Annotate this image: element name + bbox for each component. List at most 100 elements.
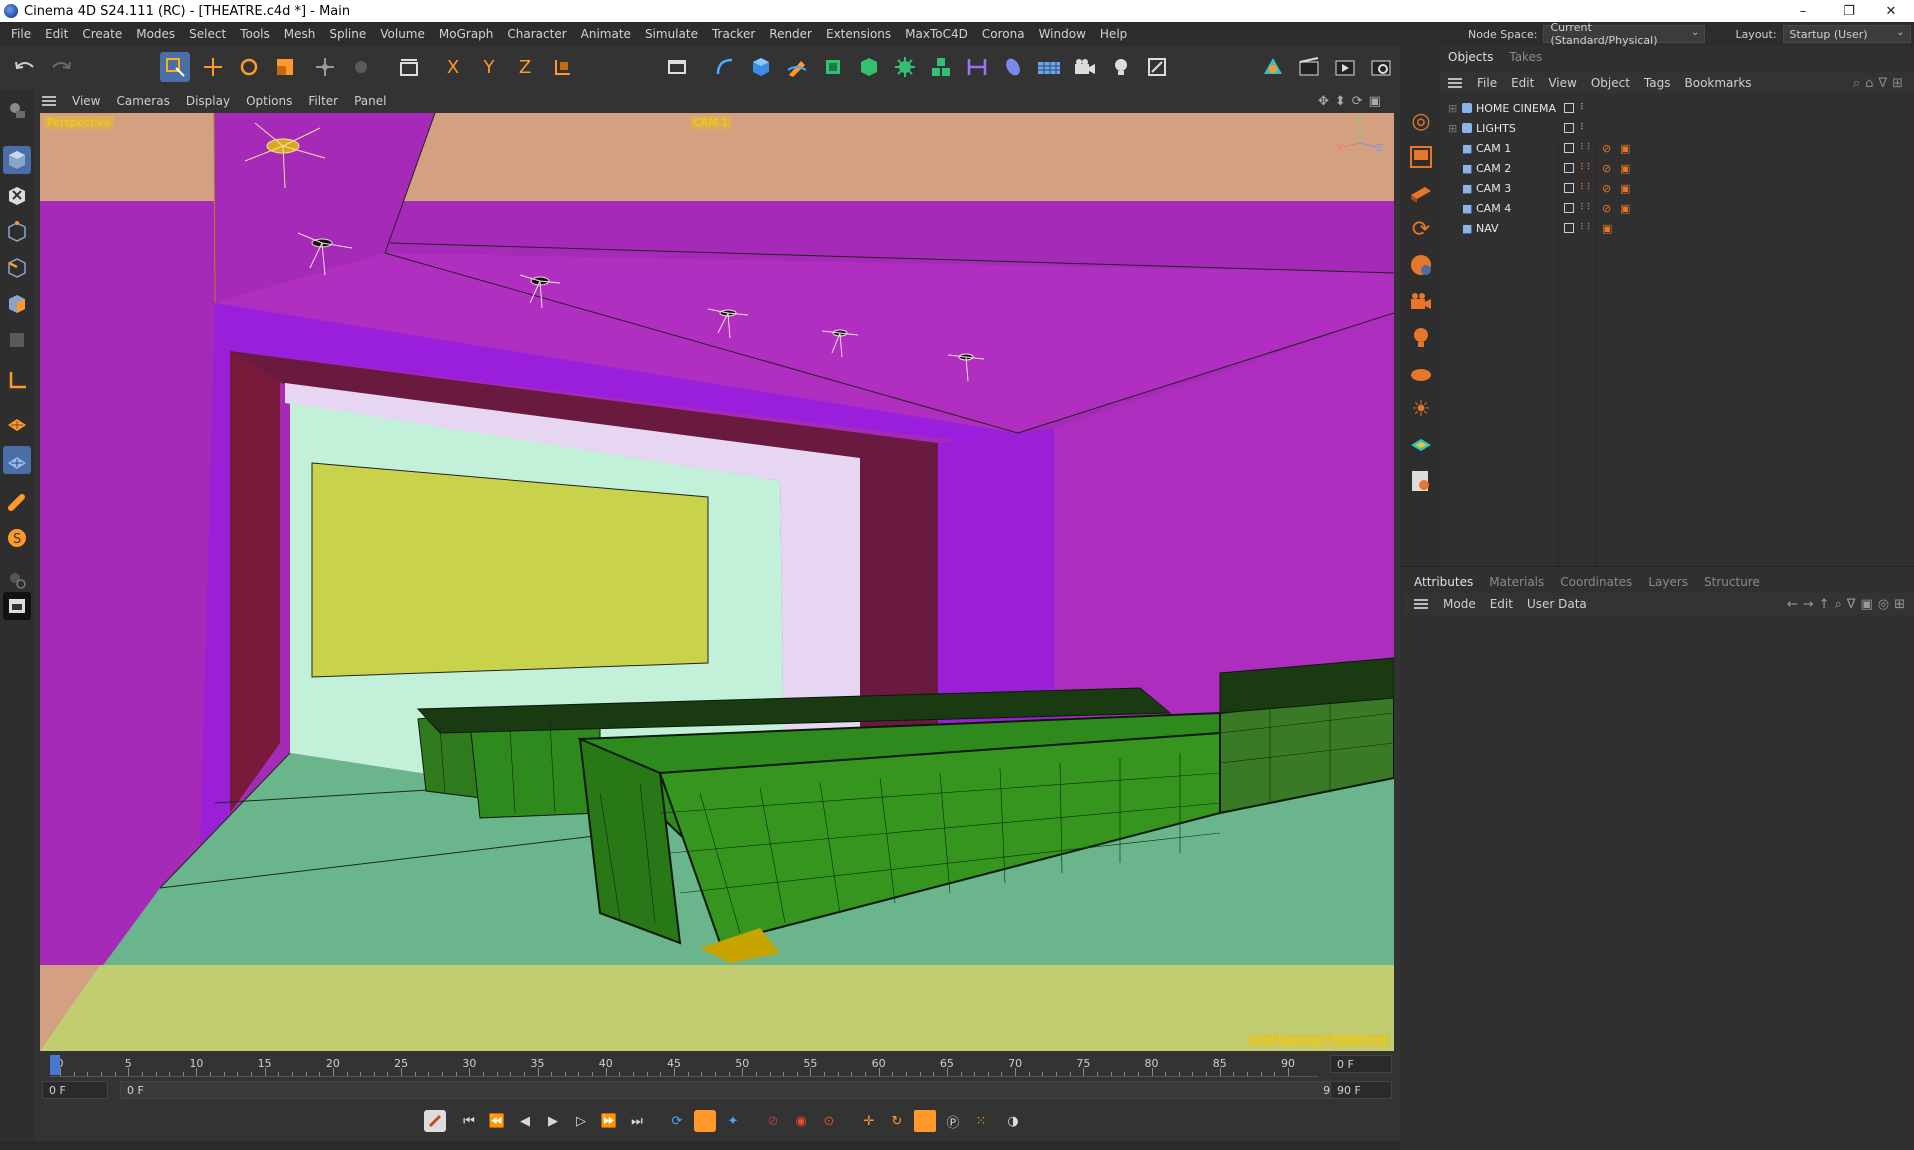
- menu-create[interactable]: Create: [75, 27, 129, 41]
- corona-vfb-icon[interactable]: [1406, 142, 1436, 172]
- key-scale-icon[interactable]: [914, 1110, 936, 1132]
- menu-corona[interactable]: Corona: [975, 27, 1032, 41]
- objects-menu-edit[interactable]: Edit: [1504, 76, 1541, 90]
- loop-icon[interactable]: ⟳: [666, 1110, 688, 1132]
- object-row-nav[interactable]: ■ NAV ⠇⠇ ▣: [1440, 218, 1914, 238]
- pen-icon[interactable]: [782, 52, 812, 82]
- corona-camera-tag-icon[interactable]: ▣: [1620, 182, 1630, 195]
- object-row-lights[interactable]: ⊞ LIGHTS ⠇: [1440, 118, 1914, 138]
- menu-file[interactable]: File: [4, 27, 38, 41]
- objects-menu-bookmarks[interactable]: Bookmarks: [1678, 76, 1759, 90]
- menu-tools[interactable]: Tools: [233, 27, 277, 41]
- menu-select[interactable]: Select: [182, 27, 233, 41]
- play-icon[interactable]: ▶: [542, 1110, 564, 1132]
- lock-workplane-icon[interactable]: [3, 566, 31, 594]
- redo-icon[interactable]: [46, 52, 76, 82]
- layer-visibility-icon[interactable]: [1564, 223, 1574, 233]
- extrude-icon[interactable]: [854, 52, 884, 82]
- points-mode-icon[interactable]: [3, 218, 31, 246]
- object-row-cam-1[interactable]: ■ CAM 1 ⠇⠇ ⊘ ▣: [1440, 138, 1914, 158]
- key-parameter-icon[interactable]: Ⓟ: [942, 1110, 964, 1132]
- objects-menu-file[interactable]: File: [1470, 76, 1504, 90]
- menu-render[interactable]: Render: [762, 27, 819, 41]
- protection-tag-icon[interactable]: ⊘: [1602, 182, 1611, 195]
- viewport-camera-name[interactable]: CAM 1: [690, 116, 732, 129]
- end-frame-field[interactable]: 90 F: [1330, 1081, 1392, 1099]
- x-axis-lock-icon[interactable]: X: [438, 52, 468, 82]
- move-icon[interactable]: [198, 52, 228, 82]
- keyframe-tool-icon[interactable]: [424, 1110, 446, 1132]
- layer-visibility-icon[interactable]: [1564, 123, 1574, 133]
- menu-modes[interactable]: Modes: [129, 27, 182, 41]
- viewport-menu-display[interactable]: Display: [178, 94, 238, 108]
- visibility-dots-icon[interactable]: ⠇⠇: [1580, 223, 1593, 233]
- model-mode-icon[interactable]: [3, 146, 31, 174]
- autokey-icon[interactable]: ◉: [790, 1110, 812, 1132]
- uv-mode-icon[interactable]: [3, 326, 31, 354]
- current-frame-field[interactable]: 0 F: [42, 1081, 108, 1099]
- tweak-mode-icon[interactable]: [3, 410, 31, 438]
- layer-visibility-icon[interactable]: [1564, 183, 1574, 193]
- corona-camera-tag-icon[interactable]: ▣: [1620, 202, 1630, 215]
- subdivision-icon[interactable]: [818, 52, 848, 82]
- render-view-icon[interactable]: [1294, 52, 1324, 82]
- previous-frame-icon[interactable]: ◀: [514, 1110, 536, 1132]
- tab-coordinates[interactable]: Coordinates: [1552, 575, 1640, 589]
- deformer-icon[interactable]: [962, 52, 992, 82]
- live-selection-icon[interactable]: [160, 52, 190, 82]
- polygons-mode-icon[interactable]: [3, 290, 31, 318]
- visibility-dots-icon[interactable]: ⠇: [1580, 103, 1587, 113]
- tab-objects[interactable]: Objects: [1440, 50, 1501, 64]
- texture-mode-icon[interactable]: [3, 182, 31, 210]
- z-axis-lock-icon[interactable]: Z: [510, 52, 540, 82]
- go-to-end-icon[interactable]: ⏭: [626, 1110, 648, 1132]
- layer-visibility-icon[interactable]: [1564, 163, 1574, 173]
- node-space-dropdown[interactable]: Current (Standard/Physical) ⌄: [1543, 21, 1706, 47]
- scene-icon[interactable]: [1142, 52, 1172, 82]
- menu-mograph[interactable]: MoGraph: [432, 27, 501, 41]
- object-row-home-cinema[interactable]: ⊞ HOME CINEMA ⠇: [1440, 98, 1914, 118]
- hamburger-icon[interactable]: [1448, 78, 1462, 88]
- y-axis-lock-icon[interactable]: Y: [474, 52, 504, 82]
- viewport-solo-icon[interactable]: [3, 592, 31, 620]
- hamburger-icon[interactable]: [1414, 599, 1428, 609]
- menu-maxtoc4d[interactable]: MaxToC4D: [898, 27, 975, 41]
- spline-pen-icon[interactable]: [710, 52, 740, 82]
- menu-character[interactable]: Character: [500, 27, 573, 41]
- playhead[interactable]: [50, 1055, 60, 1075]
- key-pla-icon[interactable]: ⁙: [970, 1110, 992, 1132]
- key-rotation-icon[interactable]: ↻: [886, 1110, 908, 1132]
- render-region-icon[interactable]: [662, 52, 692, 82]
- edges-mode-icon[interactable]: [3, 254, 31, 282]
- layer-visibility-icon[interactable]: [1564, 143, 1574, 153]
- rotate-icon[interactable]: [234, 52, 264, 82]
- visibility-dots-icon[interactable]: ⠇⠇: [1580, 143, 1593, 153]
- onion-skin-icon[interactable]: ✦: [722, 1110, 744, 1132]
- render-icon[interactable]: [1330, 52, 1360, 82]
- menu-simulate[interactable]: Simulate: [638, 27, 705, 41]
- visibility-dots-icon[interactable]: ⠇⠇: [1580, 203, 1593, 213]
- tab-structure[interactable]: Structure: [1696, 575, 1768, 589]
- tab-takes[interactable]: Takes: [1501, 50, 1550, 64]
- objects-menu-tags[interactable]: Tags: [1637, 76, 1678, 90]
- axis-mode-icon[interactable]: [3, 366, 31, 394]
- corona-camera-tag-icon[interactable]: ▣: [1620, 142, 1630, 155]
- minimize-button[interactable]: –: [1780, 0, 1826, 22]
- snapping-icon[interactable]: S: [3, 524, 31, 552]
- menu-help[interactable]: Help: [1093, 27, 1134, 41]
- menu-edit[interactable]: Edit: [38, 27, 75, 41]
- object-row-cam-3[interactable]: ■ CAM 3 ⠇⠇ ⊘ ▣: [1440, 178, 1914, 198]
- protection-tag-icon[interactable]: ⊘: [1602, 142, 1611, 155]
- corona-material-library-icon[interactable]: [1406, 178, 1436, 208]
- expand-icon[interactable]: ⊞: [1448, 102, 1457, 115]
- mograph-icon[interactable]: [926, 52, 956, 82]
- object-row-cam-2[interactable]: ■ CAM 2 ⠇⠇ ⊘ ▣: [1440, 158, 1914, 178]
- coordinate-system-icon[interactable]: [548, 52, 578, 82]
- motion-system-icon[interactable]: ◑: [1002, 1110, 1024, 1132]
- corona-interactive-icon[interactable]: ⟳: [1406, 214, 1436, 244]
- camera-icon[interactable]: [1070, 52, 1100, 82]
- menu-window[interactable]: Window: [1032, 27, 1093, 41]
- menu-volume[interactable]: Volume: [373, 27, 432, 41]
- render-settings-icon[interactable]: [1258, 52, 1288, 82]
- start-frame-field[interactable]: 0 F: [1330, 1055, 1392, 1073]
